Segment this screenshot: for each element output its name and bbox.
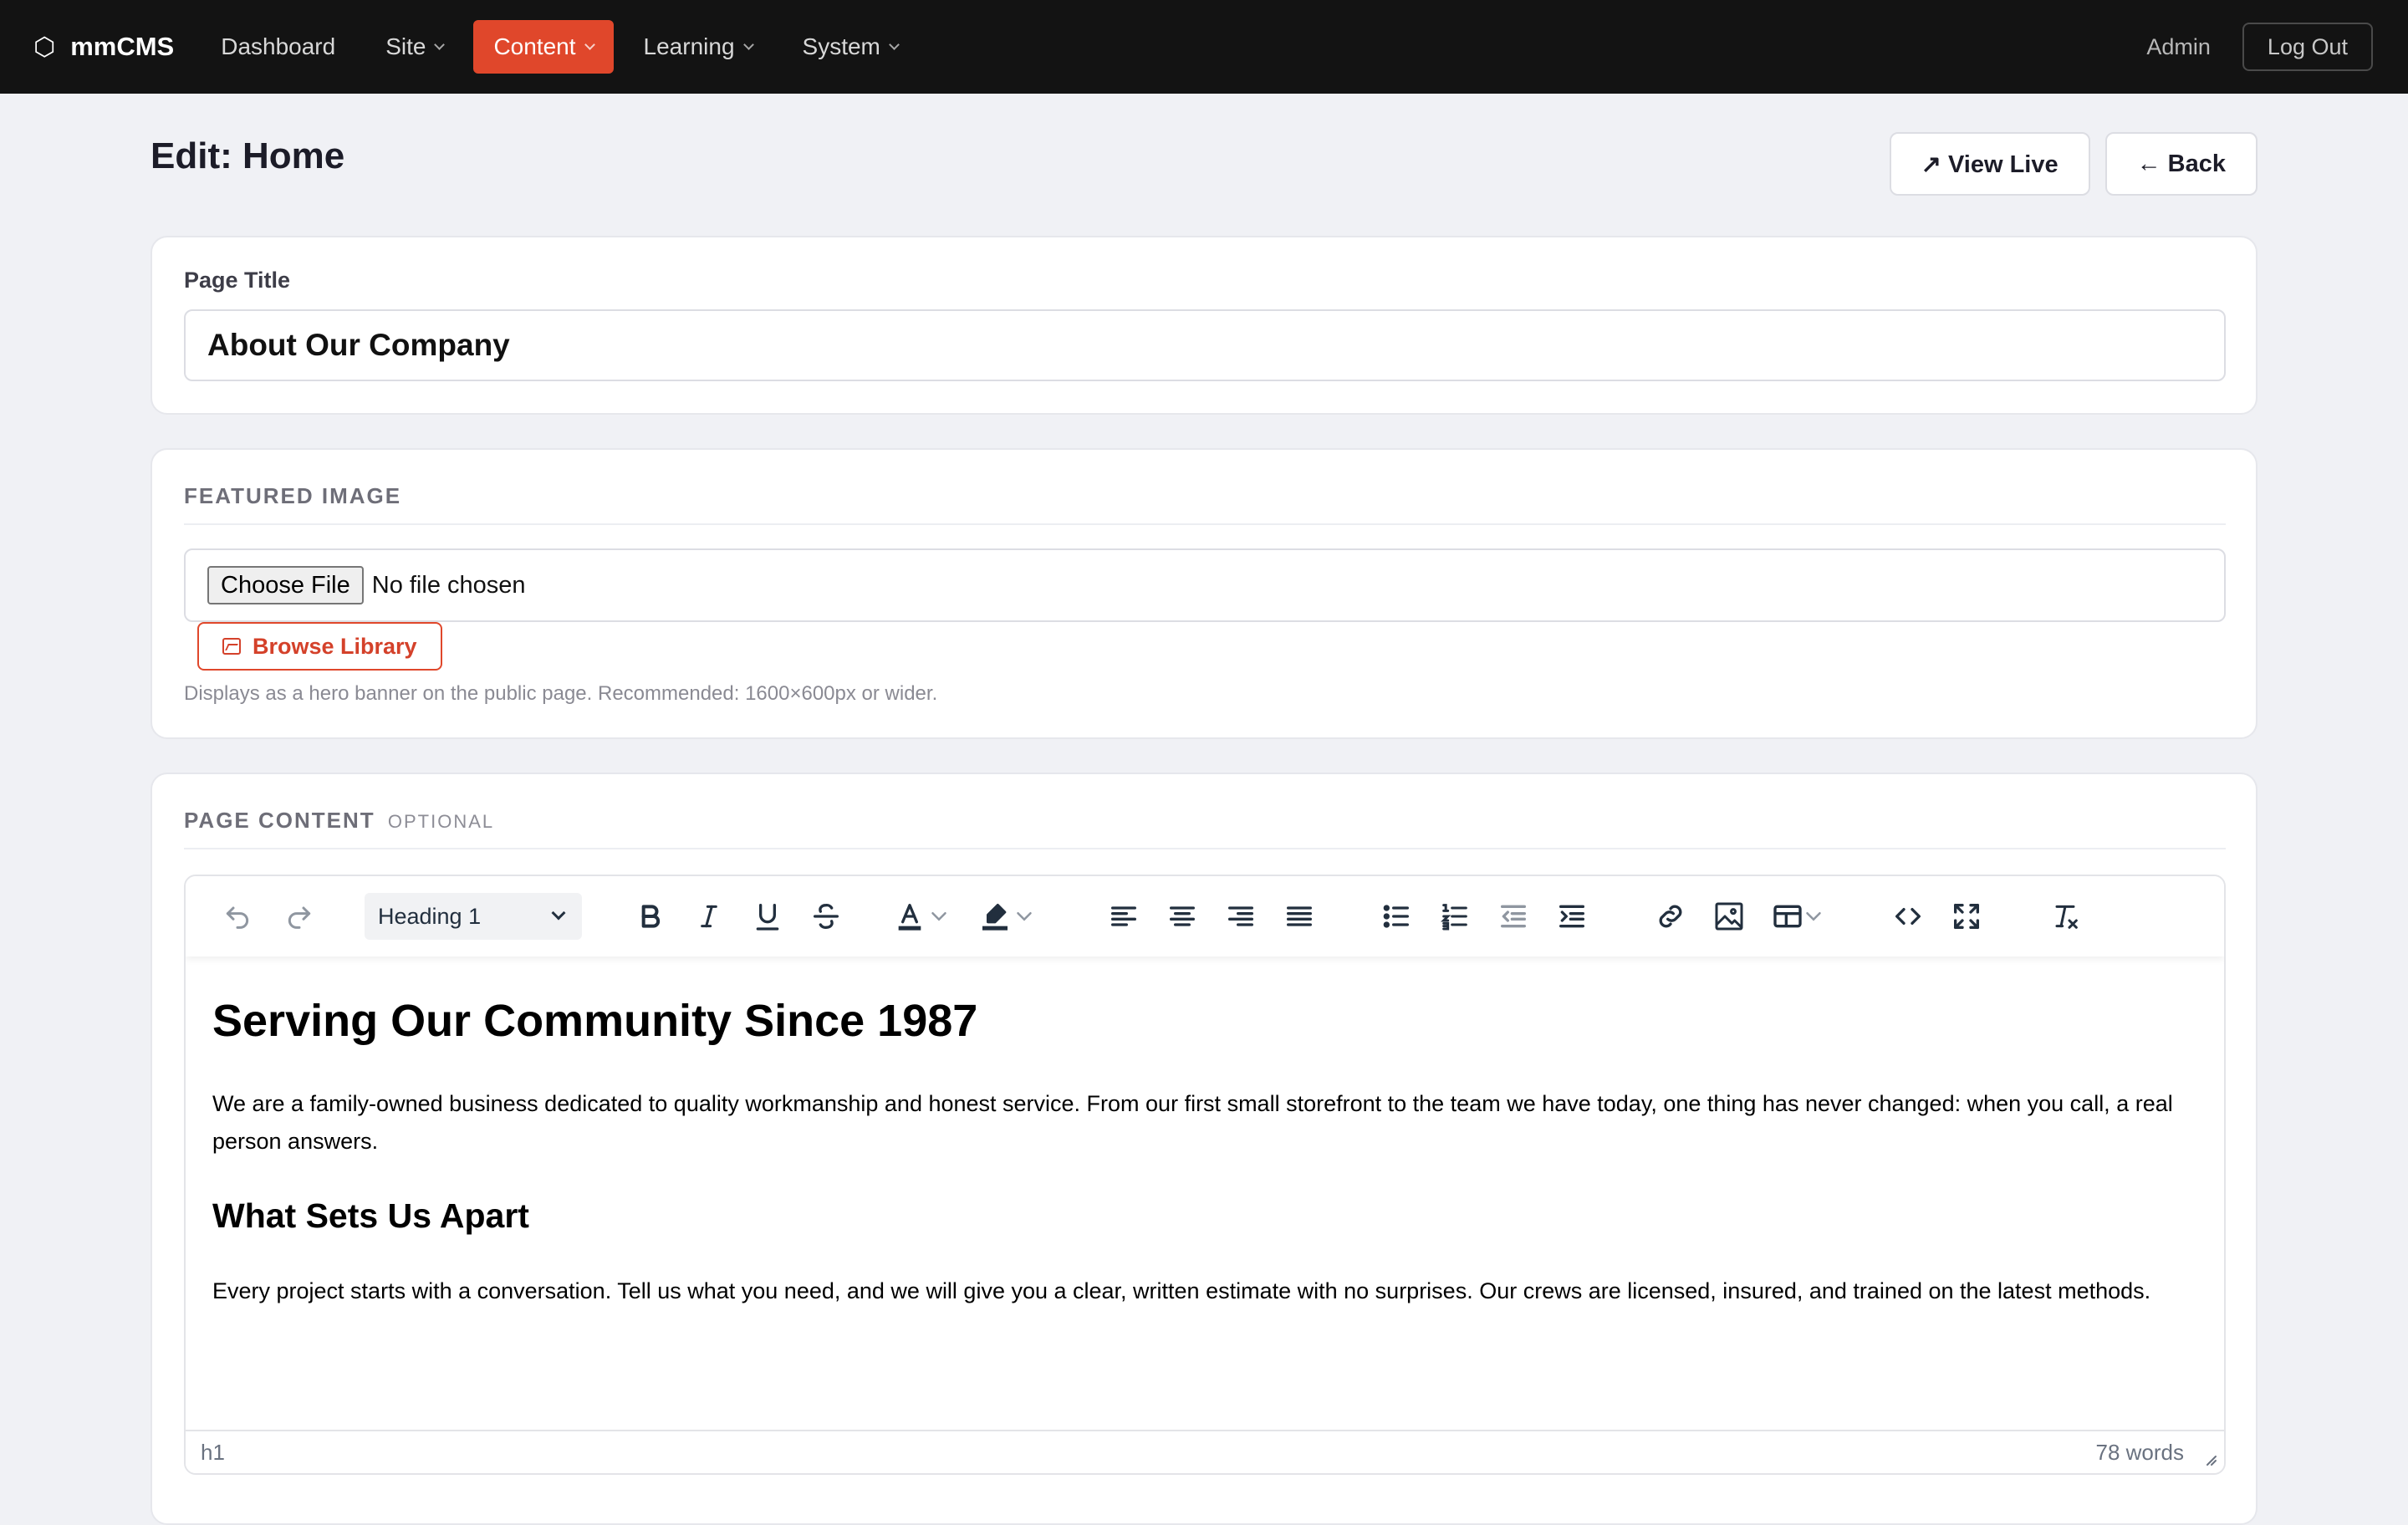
page-title-card: Page Title About Our Company [150, 236, 2258, 415]
nav-label: Learning [643, 33, 735, 59]
redo-icon[interactable] [279, 896, 319, 936]
page-title-label: Page Title [184, 268, 291, 293]
back-button[interactable]: ← Back [2104, 132, 2258, 196]
page-title-input[interactable]: About Our Company [184, 309, 2226, 381]
logout-button[interactable]: Log Out [2242, 23, 2373, 71]
nav-item-site[interactable]: Site [365, 20, 463, 74]
page-title: Edit: Home [150, 135, 345, 176]
editor-toolbar: Heading 1 [186, 876, 2224, 956]
main-nav: Dashboard Site Content Learning System [201, 20, 918, 74]
content-heading-2[interactable]: What Sets Us Apart [212, 1194, 2202, 1237]
align-center-icon[interactable] [1162, 896, 1202, 936]
chevron-down-icon[interactable] [1801, 896, 1826, 936]
featured-image-hint: Displays as a hero banner on the public … [184, 682, 938, 705]
element-path[interactable]: h1 [201, 1440, 225, 1466]
highlight-icon[interactable] [975, 896, 1015, 936]
page-content-card: PAGE CONTENT OPTIONAL Heading 1 Serving … [150, 773, 2258, 1525]
content-heading-1[interactable]: Serving Our Community Since 1987 [212, 993, 2202, 1048]
featured-image-heading: FEATURED IMAGE [184, 483, 402, 508]
chevron-down-icon[interactable] [1012, 896, 1037, 936]
rich-text-editor: Heading 1 Serving Our Community Since 19… [184, 875, 2226, 1475]
brand-name: mmCMS [70, 32, 175, 61]
divider [184, 848, 2226, 849]
hexagon-logo-icon: ⬡ [33, 33, 56, 61]
nav-label: Site [385, 33, 426, 59]
nav-item-content[interactable]: Content [473, 20, 614, 74]
align-justify-icon[interactable] [1279, 896, 1319, 936]
content-paragraph[interactable]: We are a family-owned business dedicated… [212, 1085, 2202, 1160]
file-input[interactable]: Choose File No file chosen [184, 548, 2226, 622]
fullscreen-icon[interactable] [1946, 896, 1987, 936]
image-icon [222, 638, 241, 655]
undo-icon[interactable] [217, 896, 258, 936]
page-header: Edit: Home ↗ View Live ← Back [150, 132, 2258, 196]
user-name[interactable]: Admin [2146, 34, 2211, 60]
featured-image-card: FEATURED IMAGE Choose File No file chose… [150, 448, 2258, 739]
nav-right: Admin Log Out [2146, 23, 2373, 71]
chevron-down-icon [584, 38, 595, 50]
block-format-value: Heading 1 [378, 903, 482, 929]
block-format-select[interactable]: Heading 1 [365, 893, 582, 940]
bullet-list-icon[interactable] [1376, 896, 1416, 936]
nav-label: Dashboard [221, 33, 336, 59]
brand[interactable]: ⬡ mmCMS [33, 32, 174, 62]
choose-file-button[interactable]: Choose File [207, 566, 364, 604]
align-right-icon[interactable] [1221, 896, 1261, 936]
chevron-down-icon [551, 905, 566, 921]
link-icon[interactable] [1650, 896, 1691, 936]
chevron-down-icon [889, 38, 900, 50]
chevron-down-icon [742, 38, 754, 50]
insert-image-icon[interactable] [1709, 896, 1749, 936]
underline-icon[interactable] [747, 896, 788, 936]
divider [184, 523, 2226, 525]
browse-library-label: Browse Library [253, 633, 417, 659]
header-actions: ↗ View Live ← Back [1889, 132, 2258, 196]
nav-item-system[interactable]: System [783, 20, 918, 74]
bold-icon[interactable] [630, 896, 671, 936]
code-icon[interactable] [1888, 896, 1928, 936]
word-count[interactable]: 78 words [2096, 1440, 2185, 1466]
resize-handle-icon[interactable] [2204, 1453, 2217, 1466]
view-live-button[interactable]: ↗ View Live [1889, 132, 2090, 196]
top-navbar: ⬡ mmCMS Dashboard Site Content Learning … [0, 0, 2408, 94]
italic-icon[interactable] [689, 896, 729, 936]
browse-library-button[interactable]: Browse Library [197, 622, 442, 671]
content-paragraph[interactable]: Every project starts with a conversation… [212, 1273, 2202, 1310]
chevron-down-icon [434, 38, 446, 50]
numbered-list-icon[interactable] [1435, 896, 1475, 936]
page-content-heading: PAGE CONTENT OPTIONAL [184, 808, 494, 834]
editor-content[interactable]: Serving Our Community Since 1987 We are … [212, 993, 2202, 1310]
file-status: No file chosen [371, 571, 526, 599]
chevron-down-icon[interactable] [926, 896, 951, 936]
align-left-icon[interactable] [1104, 896, 1144, 936]
outdent-icon[interactable] [1493, 896, 1533, 936]
text-color-icon[interactable] [890, 896, 930, 936]
strikethrough-icon[interactable] [806, 896, 846, 936]
nav-item-dashboard[interactable]: Dashboard [201, 20, 355, 74]
clear-formatting-icon[interactable] [2045, 896, 2085, 936]
nav-item-learning[interactable]: Learning [624, 20, 773, 74]
optional-tag: OPTIONAL [387, 811, 495, 832]
nav-label: Content [493, 33, 576, 59]
indent-icon[interactable] [1552, 896, 1592, 936]
page-content-label: PAGE CONTENT [184, 808, 375, 833]
editor-statusbar: h1 78 words [186, 1430, 2224, 1473]
nav-label: System [802, 33, 880, 59]
